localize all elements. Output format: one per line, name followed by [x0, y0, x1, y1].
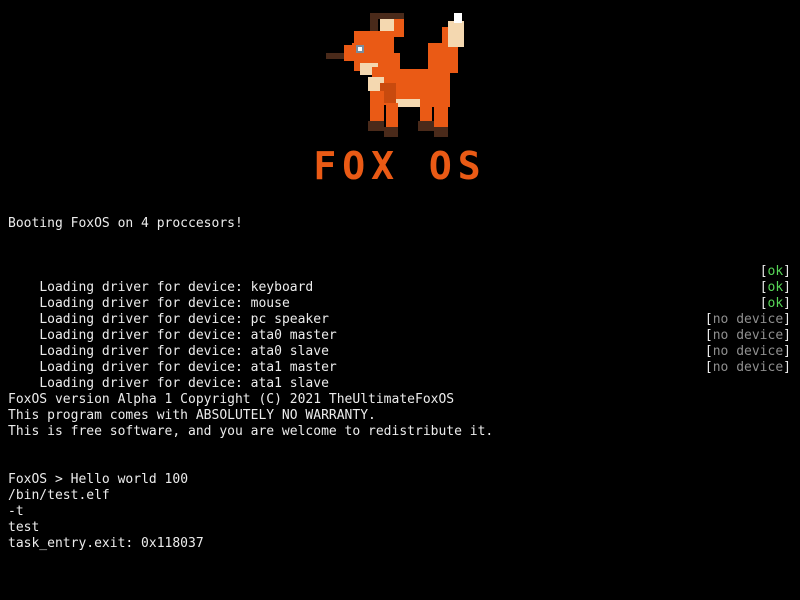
driver-status: [no device] — [704, 344, 791, 359]
fox-pixel-block — [394, 19, 404, 37]
driver-row-ata0-master: Loading driver for device: ata0 master [… — [8, 312, 791, 343]
driver-status-text: ok — [767, 280, 784, 295]
fox-pixel-block — [386, 103, 398, 127]
driver-status-text: ok — [767, 296, 784, 311]
fox-pixel-block — [434, 105, 448, 127]
foxos-wordmark: FOX OS — [313, 144, 487, 188]
foxos-logo — [324, 13, 476, 139]
fox-pixel-block — [326, 53, 344, 59]
fox-pixel-block — [396, 99, 422, 107]
driver-status: [no device] — [704, 360, 791, 375]
driver-row-ata1-slave: Loading driver for device: ata1 slave [n… — [8, 360, 791, 391]
driver-label: Loading driver for device: ata1 slave — [39, 376, 329, 391]
driver-status-text: no device — [712, 312, 784, 327]
driver-status-text: no device — [712, 328, 784, 343]
driver-status-text: no device — [712, 360, 784, 375]
driver-row-keyboard: Loading driver for device: keyboard [ok] — [8, 264, 791, 295]
driver-row-ata0-slave: Loading driver for device: ata0 slave [n… — [8, 328, 791, 359]
fox-pixel-block — [370, 13, 382, 19]
shell-output-line: task_entry.exit: 0x118037 — [8, 536, 204, 551]
driver-status-text: ok — [767, 264, 784, 279]
fox-mascot-icon — [326, 13, 464, 137]
driver-status: [no device] — [704, 328, 791, 343]
shell-command-line[interactable]: FoxOS > Hello world 100 — [8, 472, 188, 488]
version-line: FoxOS version Alpha 1 Copyright (C) 2021… — [8, 392, 455, 407]
fox-pixel-block — [384, 127, 398, 137]
fox-pixel-block — [434, 127, 448, 137]
driver-status: [ok] — [759, 280, 791, 295]
fox-pixel-block — [448, 21, 464, 47]
shell-output-line: /bin/test.elf — [8, 488, 110, 503]
driver-status: [no device] — [704, 312, 791, 327]
fox-pixel-block — [382, 13, 404, 19]
driver-status-text: no device — [712, 344, 784, 359]
shell-command: Hello world 100 — [70, 472, 189, 487]
driver-row-pc-speaker: Loading driver for device: pc speaker [o… — [8, 296, 791, 327]
driver-row-mouse: Loading driver for device: mouse [ok] — [8, 280, 791, 311]
fox-pixel-block — [418, 121, 434, 131]
fox-pixel-block — [420, 105, 432, 121]
fox-pixel-block — [368, 121, 384, 131]
driver-status: [ok] — [759, 264, 791, 279]
fox-pixel-block — [454, 13, 462, 23]
driver-status: [ok] — [759, 296, 791, 311]
shell-prompt: FoxOS > — [8, 472, 71, 487]
boot-message: Booting FoxOS on 4 proccesors! — [8, 216, 243, 231]
fox-pixel-block — [370, 91, 384, 121]
fox-pixel-block — [358, 47, 362, 51]
warranty-line: This program comes with ABSOLUTELY NO WA… — [8, 408, 376, 423]
shell-output-line: -t — [8, 504, 24, 519]
driver-row-ata1-master: Loading driver for device: ata1 master [… — [8, 344, 791, 375]
shell-output-line: test — [8, 520, 40, 535]
free-software-line: This is free software, and you are welco… — [8, 424, 494, 439]
